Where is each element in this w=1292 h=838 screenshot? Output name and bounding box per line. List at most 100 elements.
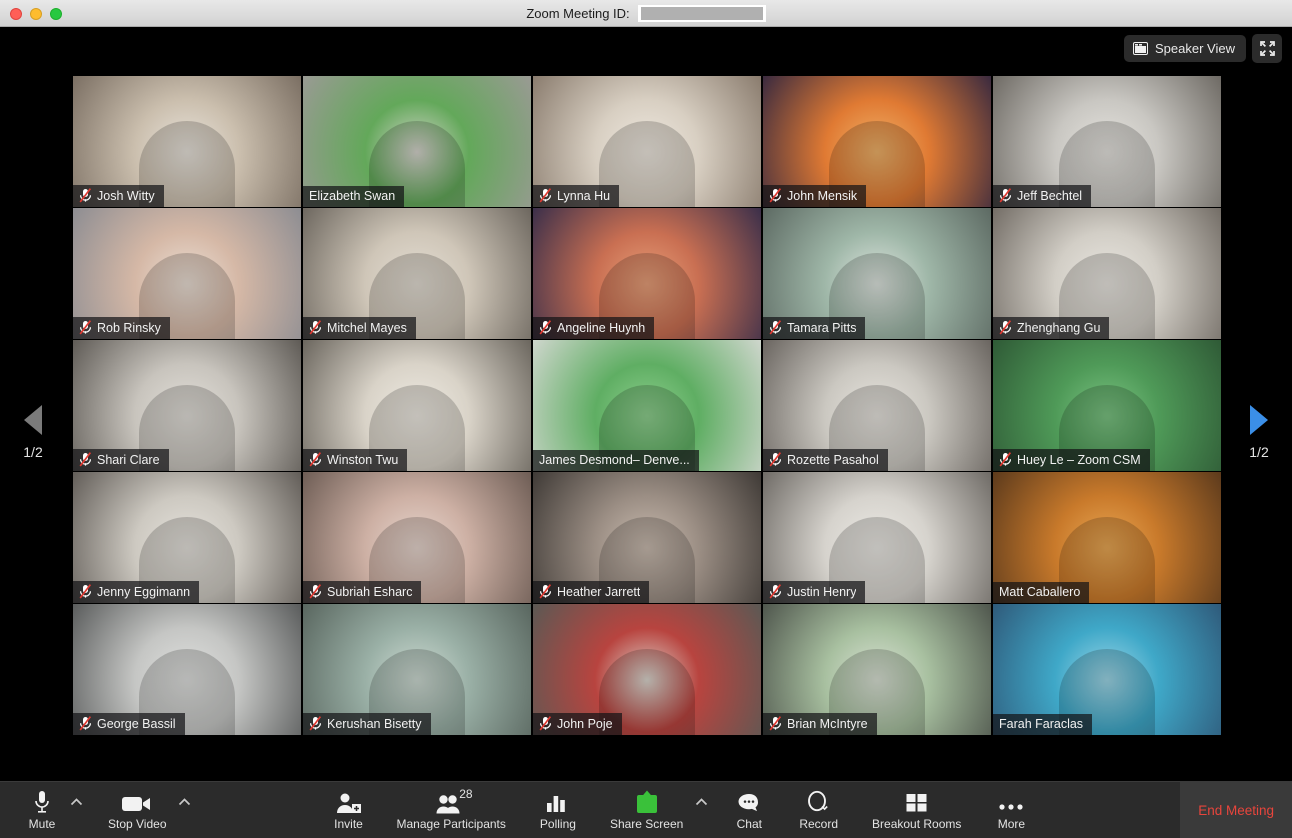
video-stage: Speaker View 1/2 1/2 Josh Witty Elizabeth… (0, 27, 1292, 781)
participant-tile[interactable]: Mitchel Mayes (303, 208, 531, 339)
participant-name: Kerushan Bisetty (327, 716, 422, 731)
muted-microphone-icon (79, 716, 92, 731)
window-title: Zoom Meeting ID: (0, 0, 1292, 27)
muted-microphone-icon (999, 452, 1012, 467)
participant-tile[interactable]: James Desmond– Denve... (533, 340, 761, 471)
participant-tile[interactable]: Tamara Pitts (763, 208, 991, 339)
invite-label: Invite (334, 816, 363, 831)
page-indicator-right: 1/2 (1249, 444, 1269, 460)
previous-page-button[interactable]: 1/2 (4, 405, 62, 460)
share-screen-button[interactable]: Share Screen (604, 782, 689, 838)
more-button[interactable]: More (989, 782, 1033, 838)
stop-video-button[interactable]: Stop Video (102, 782, 173, 838)
participant-tile[interactable]: George Bassil (73, 604, 301, 735)
participant-nameplate: John Mensik (763, 185, 867, 207)
fullscreen-button[interactable] (1252, 34, 1282, 63)
participant-tile[interactable]: Matt Caballero (993, 472, 1221, 603)
muted-microphone-icon (999, 188, 1012, 203)
mute-button[interactable]: Mute (20, 782, 64, 838)
participant-name: Winston Twu (327, 452, 399, 467)
participant-name: Lynna Hu (557, 188, 611, 203)
participant-name: Farah Faraclas (999, 717, 1084, 731)
speaker-view-button[interactable]: Speaker View (1124, 35, 1246, 62)
muted-microphone-icon (79, 320, 92, 335)
invite-button[interactable]: Invite (327, 782, 371, 838)
participant-tile[interactable]: Lynna Hu (533, 76, 761, 207)
participant-tile[interactable]: Zhenghang Gu (993, 208, 1221, 339)
chat-button[interactable]: Chat (727, 782, 771, 838)
participant-name: Jeff Bechtel (1017, 188, 1083, 203)
participant-tile[interactable]: Brian McIntyre (763, 604, 991, 735)
participant-tile[interactable]: Jeff Bechtel (993, 76, 1221, 207)
breakout-rooms-button[interactable]: Breakout Rooms (866, 782, 967, 838)
participant-nameplate: Justin Henry (763, 581, 866, 603)
participant-tile[interactable]: Rozette Pasahol (763, 340, 991, 471)
participant-tile[interactable]: John Poje (533, 604, 761, 735)
participant-name: Subriah Esharc (327, 584, 413, 599)
participant-tile[interactable]: Subriah Esharc (303, 472, 531, 603)
participant-tile[interactable]: Angeline Huynh (533, 208, 761, 339)
participant-tile[interactable]: Jenny Eggimann (73, 472, 301, 603)
participant-nameplate: Kerushan Bisetty (303, 713, 431, 735)
stop-video-label: Stop Video (108, 816, 167, 831)
fullscreen-icon (1259, 41, 1275, 56)
participant-tile[interactable]: Elizabeth Swan (303, 76, 531, 207)
polling-button[interactable]: Polling (534, 782, 582, 838)
muted-microphone-icon (539, 320, 552, 335)
participant-tile[interactable]: Kerushan Bisetty (303, 604, 531, 735)
participant-nameplate: Farah Faraclas (993, 714, 1093, 735)
manage-participants-button[interactable]: 28 Manage Participants (391, 782, 512, 838)
zoom-meeting-window: Zoom Meeting ID: Speaker View 1/2 1/2 Jo… (0, 0, 1292, 838)
participant-nameplate: Zhenghang Gu (993, 317, 1110, 339)
participant-tile[interactable]: Winston Twu (303, 340, 531, 471)
participant-nameplate: Winston Twu (303, 449, 408, 471)
participant-name: Heather Jarrett (557, 584, 641, 599)
participant-nameplate: Lynna Hu (533, 185, 620, 207)
muted-microphone-icon (79, 188, 92, 203)
speaker-view-label: Speaker View (1155, 41, 1235, 56)
participant-name: John Poje (557, 716, 613, 731)
participant-nameplate: Mitchel Mayes (303, 317, 416, 339)
participant-name: George Bassil (97, 716, 176, 731)
muted-microphone-icon (769, 320, 782, 335)
muted-microphone-icon (769, 716, 782, 731)
end-meeting-button[interactable]: End Meeting (1180, 782, 1292, 838)
record-button[interactable]: Record (793, 782, 844, 838)
participant-grid: Josh Witty Elizabeth Swan Lynna Hu John Men… (73, 76, 1221, 740)
microphone-icon (33, 790, 51, 814)
participant-tile[interactable]: Rob Rinsky (73, 208, 301, 339)
participant-nameplate: Subriah Esharc (303, 581, 422, 603)
participant-nameplate: Rob Rinsky (73, 317, 170, 339)
muted-microphone-icon (769, 584, 782, 599)
participant-name: Elizabeth Swan (309, 189, 396, 203)
participant-tile[interactable]: John Mensik (763, 76, 991, 207)
participant-name: Angeline Huynh (557, 320, 646, 335)
participant-tile[interactable]: Farah Faraclas (993, 604, 1221, 735)
video-options-caret[interactable] (173, 798, 197, 806)
grid-squares-icon (905, 790, 929, 814)
meeting-id-label: Zoom Meeting ID: (526, 6, 630, 21)
participant-tile[interactable]: Shari Clare (73, 340, 301, 471)
chat-bubble-icon (737, 790, 761, 814)
participant-nameplate: Huey Le – Zoom CSM (993, 449, 1150, 471)
participant-tile[interactable]: Justin Henry (763, 472, 991, 603)
participant-tile[interactable]: Heather Jarrett (533, 472, 761, 603)
share-screen-label: Share Screen (609, 816, 684, 831)
audio-options-caret[interactable] (64, 798, 88, 806)
share-screen-icon (634, 790, 660, 814)
toolbar-spacer-right (1033, 782, 1180, 838)
bar-chart-icon (546, 790, 570, 814)
participant-nameplate: Shari Clare (73, 449, 169, 471)
meeting-id-redacted (637, 5, 766, 22)
participant-nameplate: Elizabeth Swan (303, 186, 405, 207)
participant-nameplate: Heather Jarrett (533, 581, 650, 603)
participant-name: Rob Rinsky (97, 320, 161, 335)
muted-microphone-icon (769, 188, 782, 203)
next-page-button[interactable]: 1/2 (1230, 405, 1288, 460)
participant-tile[interactable]: Josh Witty (73, 76, 301, 207)
muted-microphone-icon (79, 452, 92, 467)
share-options-caret[interactable] (689, 798, 713, 806)
participant-tile[interactable]: Huey Le – Zoom CSM (993, 340, 1221, 471)
meeting-toolbar: Mute Stop Video Invite 28 Manage Partici… (0, 781, 1292, 838)
video-camera-icon (122, 790, 152, 814)
